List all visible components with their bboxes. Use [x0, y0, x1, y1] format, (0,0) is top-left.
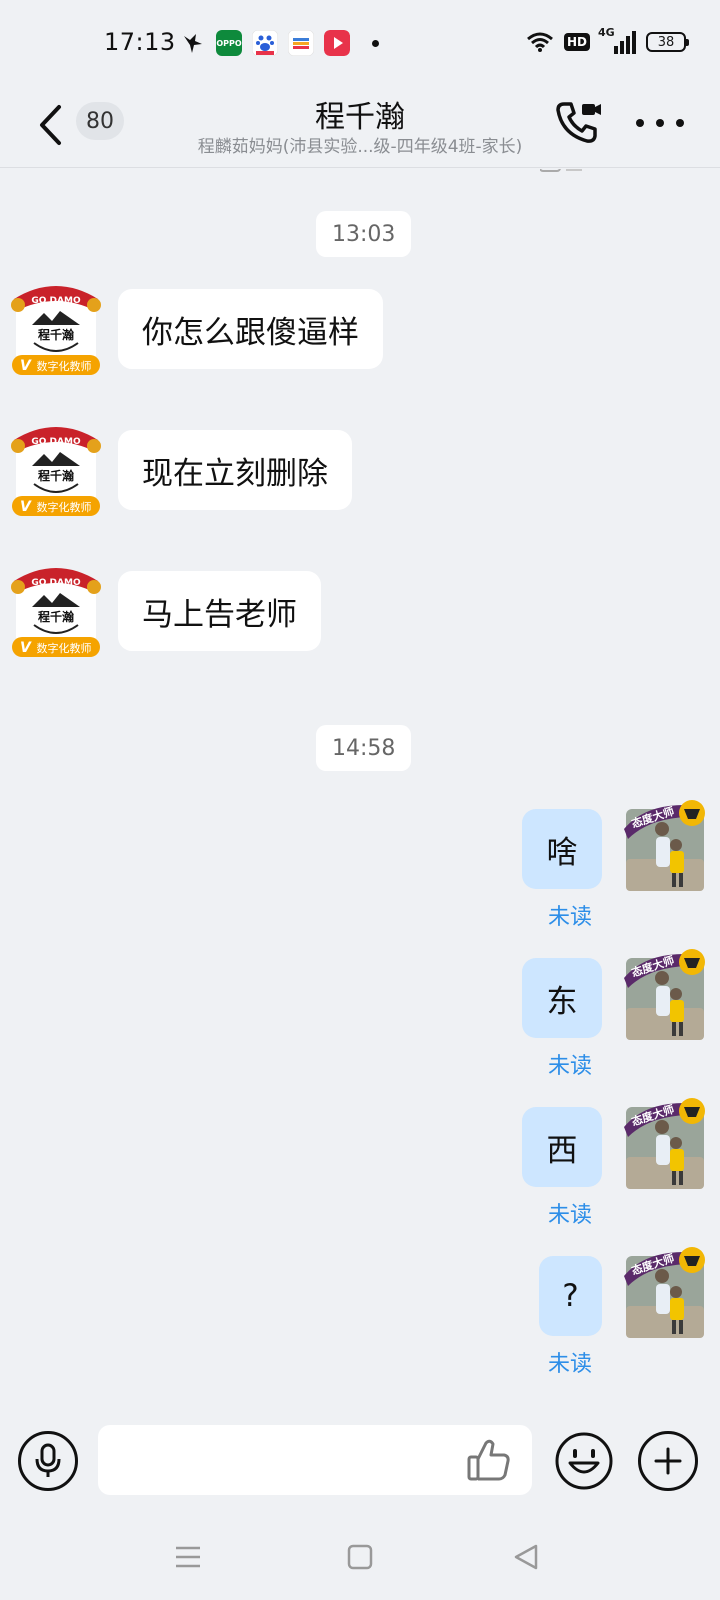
my-avatar[interactable]: 态度大师	[624, 799, 706, 895]
unread-status: 未读	[548, 1352, 593, 1377]
more-notifications-dot	[372, 39, 379, 47]
avatar-image: 态度大师	[624, 1247, 705, 1338]
avatar-name-text: 程千瀚	[38, 468, 74, 483]
more-actions-button[interactable]	[638, 1431, 698, 1491]
hd-indicator: HD	[563, 33, 590, 51]
timestamp: 14:58	[316, 725, 412, 771]
outgoing-message: 西 未读 态度大师	[0, 1097, 720, 1237]
dot-icon	[676, 119, 684, 127]
plus-icon	[654, 1447, 682, 1475]
bird-app-icon	[184, 34, 202, 53]
sender-avatar[interactable]: GO DAMO 程千瀚 V 数字化教师	[10, 561, 102, 657]
system-navigation-bar	[0, 1513, 720, 1600]
previous-message-stub	[540, 169, 582, 172]
outgoing-message: 啥 未读 态度大师	[0, 799, 720, 939]
battery-icon: 38	[646, 32, 689, 52]
phone-video-icon	[556, 102, 601, 143]
status-time: 17:13	[104, 28, 176, 56]
input-bar	[0, 1409, 720, 1513]
avatar-image: 态度大师	[624, 949, 705, 1040]
message-bubble[interactable]: 你怎么跟傻逼样	[118, 289, 383, 369]
outgoing-message: 东 未读 态度大师	[0, 948, 720, 1088]
chat-subtitle: 程麟茹妈妈(沛县实验...级-四年级4班-家长)	[197, 137, 523, 157]
home-button[interactable]	[340, 1537, 380, 1577]
avatar-name-text: 程千瀚	[38, 609, 74, 624]
message-bubble[interactable]: ?	[539, 1256, 602, 1336]
incoming-message: GO DAMO 程千瀚 V 数字化教师 马上告老师	[0, 561, 720, 661]
message-bubble[interactable]: 啥	[522, 809, 602, 889]
message-bubble[interactable]: 马上告老师	[118, 571, 321, 651]
microphone-icon	[35, 1443, 61, 1477]
sender-avatar[interactable]: GO DAMO 程千瀚 V 数字化教师	[10, 420, 102, 516]
wallet-app-icon	[288, 30, 314, 56]
notification-app-icons: OPPO	[180, 30, 379, 56]
outgoing-message: ? 未读 态度大师	[0, 1246, 720, 1386]
call-button[interactable]	[554, 98, 604, 146]
menu-icon	[176, 1546, 200, 1568]
incoming-message: GO DAMO 程千瀚 V 数字化教师 现在立刻删除	[0, 420, 720, 520]
emoji-button[interactable]	[554, 1431, 614, 1491]
avatar-name-text: 程千瀚	[38, 327, 74, 342]
thumbs-up-icon	[467, 1439, 510, 1481]
triangle-back-icon	[514, 1544, 538, 1570]
svg-text:数字化教师: 数字化教师	[37, 641, 92, 655]
svg-text:V: V	[20, 640, 32, 656]
chat-title: 程千瀚	[315, 100, 405, 135]
timestamp: 13:03	[316, 211, 412, 257]
smiley-icon	[555, 1432, 613, 1490]
unread-status: 未读	[548, 905, 593, 930]
more-options-button[interactable]	[636, 108, 684, 138]
svg-text:V: V	[20, 358, 32, 374]
thumbs-up-button[interactable]	[466, 1437, 512, 1483]
my-avatar[interactable]: 态度大师	[624, 948, 706, 1044]
message-bubble[interactable]: 现在立刻删除	[118, 430, 352, 510]
avatar-banner-text: GO DAMO	[31, 296, 81, 306]
status-bar: 17:13 OPPO HD 4G 38	[0, 0, 720, 88]
oppo-app-icon: OPPO	[216, 30, 242, 56]
voice-input-button[interactable]	[18, 1431, 78, 1491]
my-avatar[interactable]: 态度大师	[624, 1097, 706, 1193]
message-list[interactable]: 13:03 GO DAMO 程千瀚 V 数字化教师 你怎么跟傻逼样 GO DAM…	[0, 169, 720, 1409]
incoming-message: GO DAMO 程千瀚 V 数字化教师 你怎么跟傻逼样	[0, 279, 720, 379]
square-icon	[347, 1544, 373, 1570]
avatar-banner-text: GO DAMO	[31, 437, 81, 447]
avatar-banner-text: GO DAMO	[31, 578, 81, 588]
video-app-icon	[324, 30, 350, 56]
baidu-app-icon	[252, 30, 278, 56]
sender-avatar[interactable]: GO DAMO 程千瀚 V 数字化教师	[10, 279, 102, 375]
status-indicators: HD 4G 38	[526, 26, 689, 54]
dot-icon	[636, 119, 644, 127]
dot-icon	[656, 119, 664, 127]
avatar-image: 态度大师	[624, 1098, 705, 1189]
signal-icon: 4G	[598, 26, 636, 54]
avatar-image: GO DAMO 程千瀚 V 数字化教师	[11, 568, 101, 657]
avatar-image: GO DAMO 程千瀚 V 数字化教师	[11, 427, 101, 516]
svg-text:数字化教师: 数字化教师	[37, 500, 92, 514]
recent-apps-button[interactable]	[168, 1537, 208, 1577]
my-avatar[interactable]: 态度大师	[624, 1246, 706, 1342]
chat-header: 80 程千瀚 程麟茹妈妈(沛县实验...级-四年级4班-家长)	[0, 88, 720, 168]
wifi-icon	[527, 32, 553, 52]
avatar-image: 态度大师	[624, 800, 705, 891]
unread-status: 未读	[548, 1054, 593, 1079]
message-bubble[interactable]: 东	[522, 958, 602, 1038]
message-bubble[interactable]: 西	[522, 1107, 602, 1187]
svg-text:数字化教师: 数字化教师	[37, 359, 92, 373]
svg-text:V: V	[20, 499, 32, 515]
unread-status: 未读	[548, 1203, 593, 1228]
avatar-image: GO DAMO 程千瀚 V 数字化教师	[11, 286, 101, 375]
system-back-button[interactable]	[506, 1537, 546, 1577]
